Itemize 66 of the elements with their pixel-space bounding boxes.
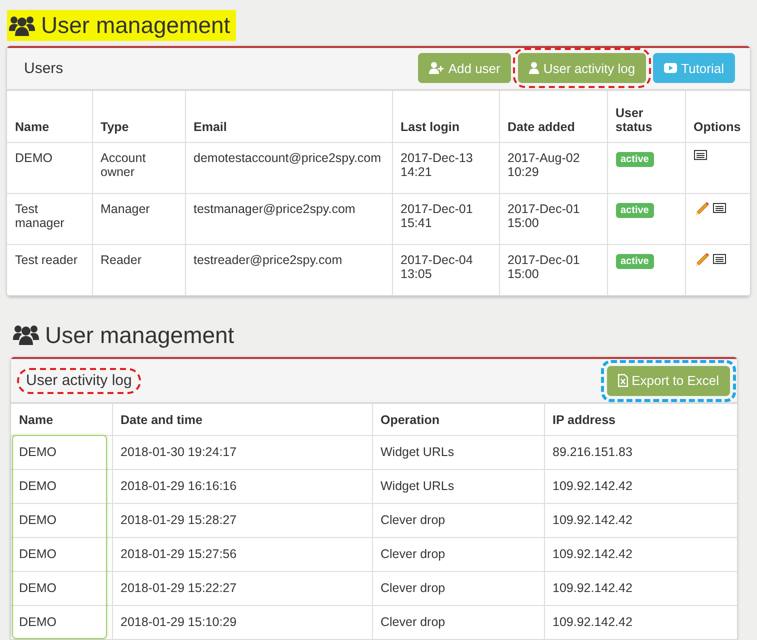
- column-header: Name: [11, 404, 112, 436]
- table-cell: Clever drop: [372, 504, 544, 538]
- excel-file-icon: [618, 374, 628, 387]
- column-header: Date added: [499, 90, 607, 142]
- pencil-icon[interactable]: [694, 200, 710, 216]
- table-cell: DEMO: [7, 142, 92, 193]
- table-cell: 2018-01-29 15:27:56: [112, 538, 372, 572]
- table-cell: 2017-Dec-01 15:41: [392, 193, 499, 244]
- users-icon: [9, 14, 35, 36]
- table-cell: testreader@price2spy.com: [185, 244, 392, 295]
- table-cell: 2017-Aug-02 10:29: [499, 142, 607, 193]
- user-plus-icon: [429, 62, 444, 74]
- column-header: Type: [92, 90, 185, 142]
- table-cell: Widget URLs: [372, 436, 544, 470]
- table-cell: 2018-01-29 15:28:27: [112, 504, 372, 538]
- table-cell: 2018-01-29 16:16:16: [112, 470, 372, 504]
- table-cell: demotestaccount@price2spy.com: [185, 142, 392, 193]
- add-user-button[interactable]: Add user: [418, 53, 512, 83]
- table-cell: DEMO: [11, 436, 112, 470]
- column-header: Email: [185, 90, 392, 142]
- table-cell: Clever drop: [372, 606, 544, 640]
- table-cell: Clever drop: [372, 572, 544, 606]
- page-title: User management: [11, 320, 240, 350]
- status-badge: active: [616, 152, 654, 166]
- table-cell: 2017-Dec-01 15:00: [499, 193, 607, 244]
- page-title: User management: [7, 10, 236, 41]
- panel-title: User activity log: [26, 372, 132, 388]
- panel-title: Users: [24, 60, 64, 76]
- list-icon[interactable]: [712, 254, 726, 264]
- table-cell: testmanager@price2spy.com: [185, 193, 392, 244]
- table-cell: 2018-01-29 15:10:29: [112, 606, 372, 640]
- table-cell: 2018-01-29 15:22:27: [112, 572, 372, 606]
- users-icon: [13, 324, 39, 346]
- column-header: User status: [607, 90, 685, 142]
- export-excel-button[interactable]: Export to Excel: [606, 366, 730, 396]
- column-header: IP address: [544, 404, 737, 436]
- table-cell: 2017-Dec-04 13:05: [392, 244, 499, 295]
- list-icon[interactable]: [712, 202, 726, 212]
- tutorial-button[interactable]: Tutorial: [653, 53, 735, 83]
- pencil-icon[interactable]: [694, 250, 710, 266]
- table-cell: Manager: [92, 193, 185, 244]
- table-cell: Test manager: [7, 193, 92, 244]
- table-cell: Account owner: [92, 142, 185, 193]
- table-cell: 2018-01-30 19:24:17: [112, 436, 372, 470]
- column-header: Name: [7, 90, 92, 142]
- activity-log-button[interactable]: User activity log: [518, 53, 646, 83]
- table-cell: 2017-Dec-01 15:00: [499, 244, 607, 295]
- play-icon: [664, 63, 678, 73]
- table-cell: DEMO: [11, 572, 112, 606]
- table-cell: Widget URLs: [372, 470, 544, 504]
- status-badge: active: [616, 254, 654, 268]
- column-header: Options: [685, 90, 750, 142]
- table-cell: Reader: [92, 244, 185, 295]
- table-cell: DEMO: [11, 504, 112, 538]
- column-header: Last login: [392, 90, 499, 142]
- table-cell: 2017-Dec-13 14:21: [392, 142, 499, 193]
- table-cell: Clever drop: [372, 538, 544, 572]
- table-cell: DEMO: [11, 606, 112, 640]
- user-icon: [529, 62, 540, 74]
- column-header: Date and time: [112, 404, 372, 436]
- table-cell: Test reader: [7, 244, 92, 295]
- list-icon[interactable]: [694, 150, 706, 160]
- status-badge: active: [616, 202, 654, 218]
- table-cell: DEMO: [11, 470, 112, 504]
- column-header: Operation: [372, 404, 544, 436]
- table-cell: DEMO: [11, 538, 112, 572]
